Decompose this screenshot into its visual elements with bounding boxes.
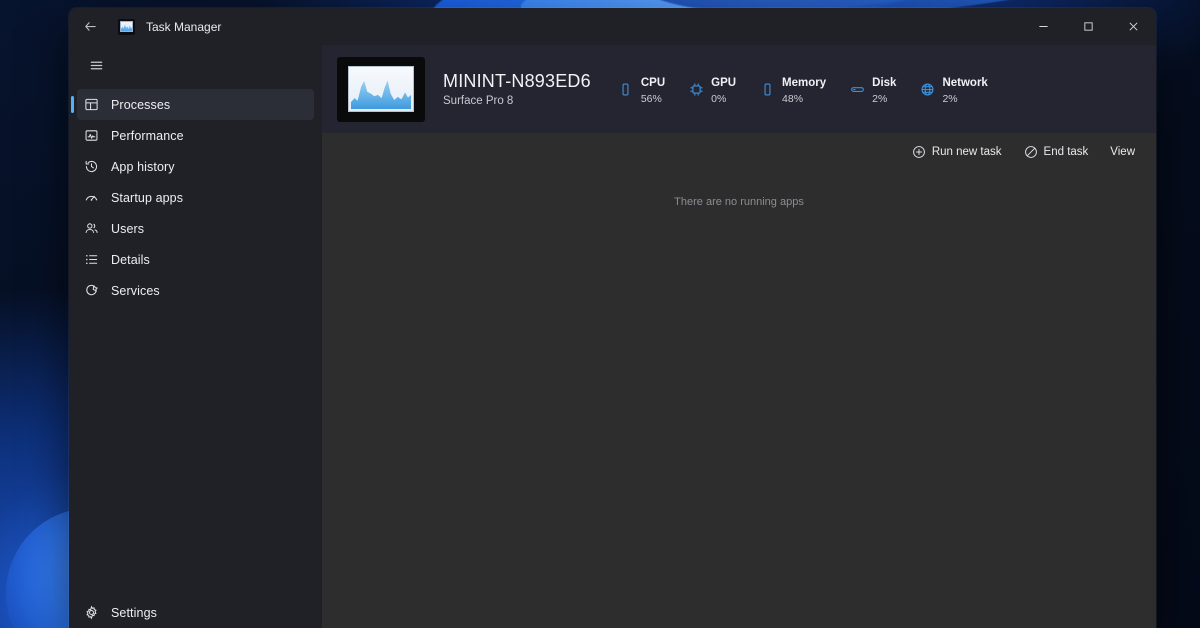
sidebar-item-label: Processes	[111, 98, 170, 112]
stat-label: Memory	[782, 77, 826, 89]
plus-circle-icon	[912, 145, 926, 159]
maximize-icon	[1083, 21, 1094, 32]
minimize-icon	[1038, 21, 1049, 32]
back-button[interactable]	[75, 13, 105, 41]
sidebar-item-app-history[interactable]: App history	[77, 151, 314, 182]
cpu-chip-icon	[616, 82, 636, 97]
device-model: Surface Pro 8	[443, 95, 591, 107]
sidebar-item-label: Startup apps	[111, 191, 183, 205]
minimize-button[interactable]	[1021, 8, 1066, 45]
sidebar-item-startup-apps[interactable]: Startup apps	[77, 182, 314, 213]
device-name: MININT-N893ED6	[443, 71, 591, 92]
run-new-task-label: Run new task	[932, 146, 1002, 158]
stat-label: GPU	[711, 77, 736, 89]
sidebar-item-performance[interactable]: Performance	[77, 120, 314, 151]
stat-disk: Disk 2%	[847, 73, 896, 105]
view-button[interactable]: View	[1101, 138, 1144, 165]
end-task-button[interactable]: End task	[1015, 138, 1098, 165]
performance-pulse-icon	[77, 128, 105, 143]
empty-state-message: There are no running apps	[322, 196, 1156, 208]
stat-value: 48%	[782, 93, 826, 105]
stat-label: CPU	[641, 77, 665, 89]
details-list-icon	[77, 252, 105, 267]
stat-cpu: CPU 56%	[616, 73, 665, 105]
stat-gpu: GPU 0%	[686, 73, 736, 105]
stat-label: Network	[942, 77, 987, 89]
title-bar: Task Manager	[69, 8, 1156, 45]
content-area: MININT-N893ED6 Surface Pro 8 CPU	[322, 45, 1156, 628]
stat-value: 56%	[641, 93, 665, 105]
history-clock-icon	[77, 159, 105, 174]
sidebar-item-processes[interactable]: Processes	[77, 89, 314, 120]
desktop-background: Task Manager	[0, 0, 1200, 628]
window-controls	[1021, 8, 1156, 45]
gpu-chip-icon	[686, 82, 706, 97]
sidebar-spacer	[69, 306, 322, 597]
sidebar-item-label: Details	[111, 253, 150, 267]
sidebar-item-label: Performance	[111, 129, 184, 143]
stat-label: Disk	[872, 77, 896, 89]
services-gear-icon	[77, 283, 105, 298]
sidebar-item-label: Users	[111, 222, 144, 236]
sidebar-item-services[interactable]: Services	[77, 275, 314, 306]
stat-value: 0%	[711, 93, 736, 105]
startup-gauge-icon	[77, 190, 105, 205]
sidebar-item-details[interactable]: Details	[77, 244, 314, 275]
window-title: Task Manager	[146, 20, 221, 34]
sidebar-item-label: App history	[111, 160, 175, 174]
device-header: MININT-N893ED6 Surface Pro 8 CPU	[322, 45, 1156, 133]
memory-stick-icon	[757, 82, 777, 97]
hamburger-menu-button[interactable]	[77, 48, 115, 82]
app-icon	[118, 19, 135, 35]
sidebar-item-label: Services	[111, 284, 160, 298]
task-manager-window: Task Manager	[69, 8, 1156, 628]
users-people-icon	[77, 221, 105, 236]
sidebar-item-settings[interactable]: Settings	[77, 597, 314, 628]
close-button[interactable]	[1111, 8, 1156, 45]
settings-gear-icon	[77, 605, 105, 620]
cpu-graph-thumbnail	[348, 66, 414, 112]
maximize-button[interactable]	[1066, 8, 1111, 45]
stat-value: 2%	[942, 93, 987, 105]
sidebar: Processes Performance	[69, 45, 322, 628]
process-list-area: There are no running apps	[322, 170, 1156, 628]
resource-stats: CPU 56%	[616, 73, 988, 105]
network-globe-icon	[917, 82, 937, 97]
device-info: MININT-N893ED6 Surface Pro 8	[443, 71, 591, 107]
block-circle-icon	[1024, 145, 1038, 159]
stat-network: Network 2%	[917, 73, 987, 105]
run-new-task-button[interactable]: Run new task	[903, 138, 1011, 165]
close-icon	[1128, 21, 1139, 32]
disk-drive-icon	[847, 82, 867, 97]
sidebar-item-label: Settings	[111, 606, 157, 620]
processes-grid-icon	[77, 97, 105, 112]
device-thumbnail	[337, 57, 425, 122]
view-label: View	[1110, 146, 1135, 158]
sidebar-item-users[interactable]: Users	[77, 213, 314, 244]
stat-memory: Memory 48%	[757, 73, 826, 105]
end-task-label: End task	[1044, 146, 1089, 158]
back-arrow-icon	[83, 19, 98, 34]
stat-value: 2%	[872, 93, 896, 105]
toolbar: Run new task End task View	[322, 133, 1156, 170]
hamburger-menu-icon	[89, 58, 104, 73]
